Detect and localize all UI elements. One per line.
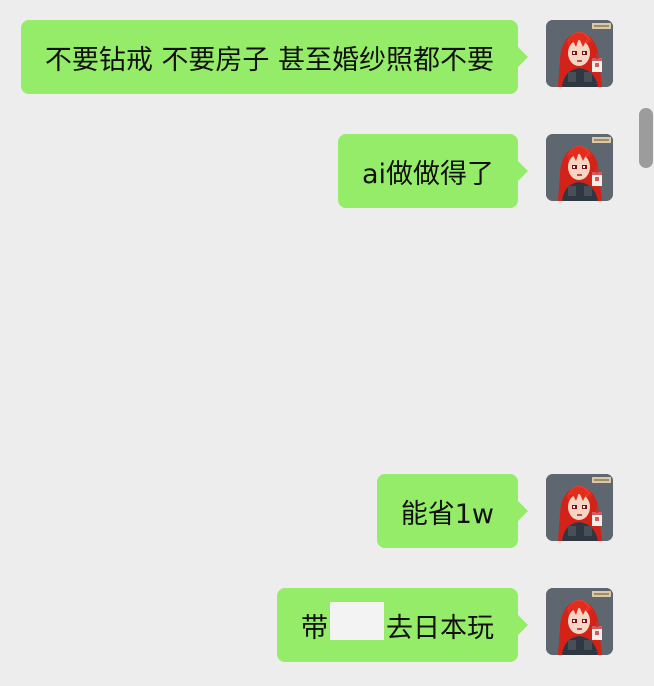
message-row: 能省1w [0,474,654,548]
message-bubble[interactable]: 不要钻戒 不要房子 甚至婚纱照都不要 [20,20,529,94]
message-text-before: 带 [301,612,328,644]
message-bubble[interactable]: 带 去日本玩 [277,588,528,662]
red-haired-anime-girl-avatar-icon [546,134,613,201]
message-text: ai做做得了 [361,158,494,190]
message-text: 能省1w [400,498,494,530]
avatar[interactable] [546,588,613,655]
avatar[interactable] [546,134,613,201]
chat-area: 不要钻戒 不要房子 甚至婚纱照都不要 ai做做得了 能省1w 带 去日本玩 [0,0,654,686]
message-row: 带 去日本玩 [0,588,654,662]
red-haired-anime-girl-avatar-icon [546,20,613,87]
message-bubble[interactable]: 能省1w [376,474,529,548]
avatar[interactable] [546,474,613,541]
message-row: ai做做得了 [0,134,654,208]
message-row: 不要钻戒 不要房子 甚至婚纱照都不要 [0,20,654,94]
redaction-block [330,602,384,640]
message-bubble[interactable]: ai做做得了 [337,134,529,208]
message-text: 不要钻戒 不要房子 甚至婚纱照都不要 [44,44,494,76]
red-haired-anime-girl-avatar-icon [546,474,613,541]
scrollbar-thumb[interactable] [639,108,653,168]
avatar[interactable] [546,20,613,87]
red-haired-anime-girl-avatar-icon [546,588,613,655]
message-text-after: 去日本玩 [386,612,494,644]
